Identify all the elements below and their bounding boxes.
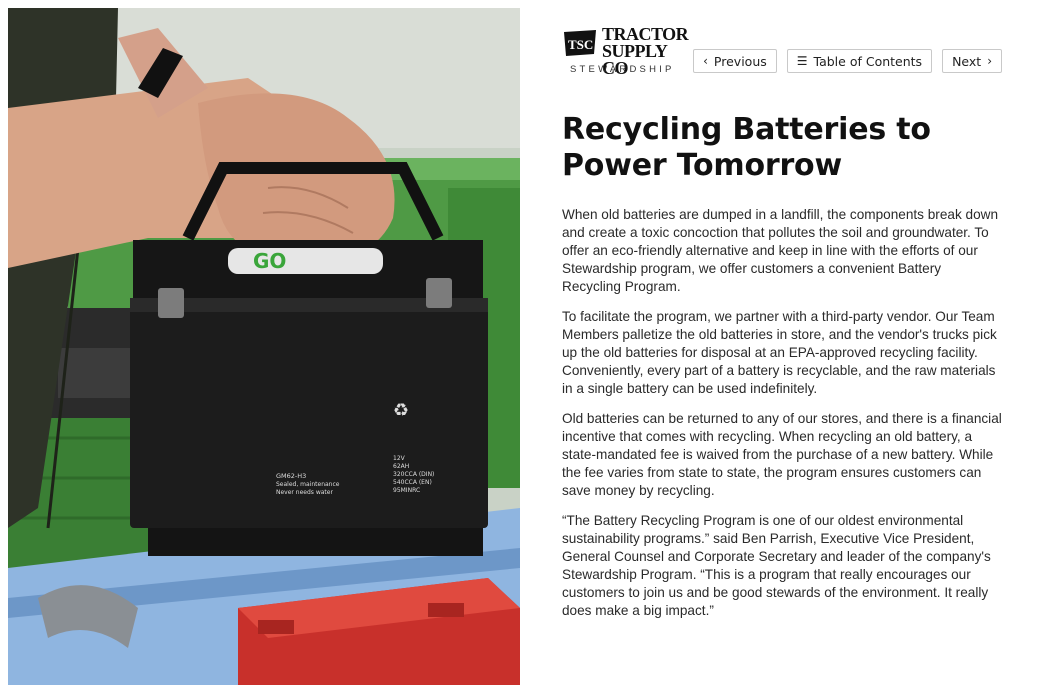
chevron-left-icon: ‹	[703, 54, 708, 68]
previous-label: Previous	[713, 53, 767, 69]
article-title: Recycling Batteries to Power Tomorrow	[562, 112, 931, 183]
battery-spec-1: 12V	[393, 455, 406, 462]
brand-subtitle: STEWARDSHIP	[570, 64, 675, 75]
battery-spec-2: 62AH	[393, 463, 409, 470]
article-panel: TSC TRACTOR SUPPLY CO STEWARDSHIP ‹ Prev…	[562, 24, 1002, 632]
table-of-contents-label: Table of Contents	[813, 53, 923, 69]
article-paragraph-4: “The Battery Recycling Program is one of…	[562, 513, 991, 618]
article-body: When old batteries are dumped in a landf…	[562, 206, 1002, 620]
table-of-contents-button[interactable]: ☰ Table of Contents	[786, 49, 933, 73]
article-paragraph-1: When old batteries are dumped in a landf…	[562, 207, 999, 294]
battery-model-text: GM62-H3	[276, 472, 306, 480]
next-label: Next	[952, 53, 982, 69]
tsc-logo-icon: TSC	[564, 30, 596, 56]
battery-label-line2: Never needs water	[276, 489, 333, 496]
article-nav: ‹ Previous ☰ Table of Contents Next ›	[693, 49, 1002, 73]
brand-logo[interactable]: TSC TRACTOR SUPPLY CO STEWARDSHIP	[562, 25, 690, 78]
battery-brand-text: GO	[253, 249, 286, 273]
recycle-icon: ♻	[393, 400, 409, 421]
logo-mark-text: TSC	[568, 37, 593, 52]
battery-recycling-photo: GO ♻ GM62-H3 Sealed, maintenance Never n…	[8, 8, 520, 685]
battery-spec-4: 540CCA (EN)	[393, 479, 432, 486]
article-paragraph-3: Old batteries can be returned to any of …	[562, 411, 1002, 498]
chevron-right-icon: ›	[987, 54, 992, 68]
battery-label-line1: Sealed, maintenance	[276, 481, 340, 488]
battery-spec-5: 95MINRC	[393, 487, 420, 494]
previous-button[interactable]: ‹ Previous	[693, 49, 777, 73]
article-paragraph-2: To facilitate the program, we partner wi…	[562, 309, 997, 396]
list-icon: ☰	[796, 54, 808, 68]
battery-spec-3: 320CCA (DIN)	[393, 471, 434, 478]
page-header: TSC TRACTOR SUPPLY CO STEWARDSHIP ‹ Prev…	[562, 24, 1002, 82]
next-button[interactable]: Next ›	[942, 49, 1002, 73]
hero-photo: GO ♻ GM62-H3 Sealed, maintenance Never n…	[8, 8, 520, 685]
